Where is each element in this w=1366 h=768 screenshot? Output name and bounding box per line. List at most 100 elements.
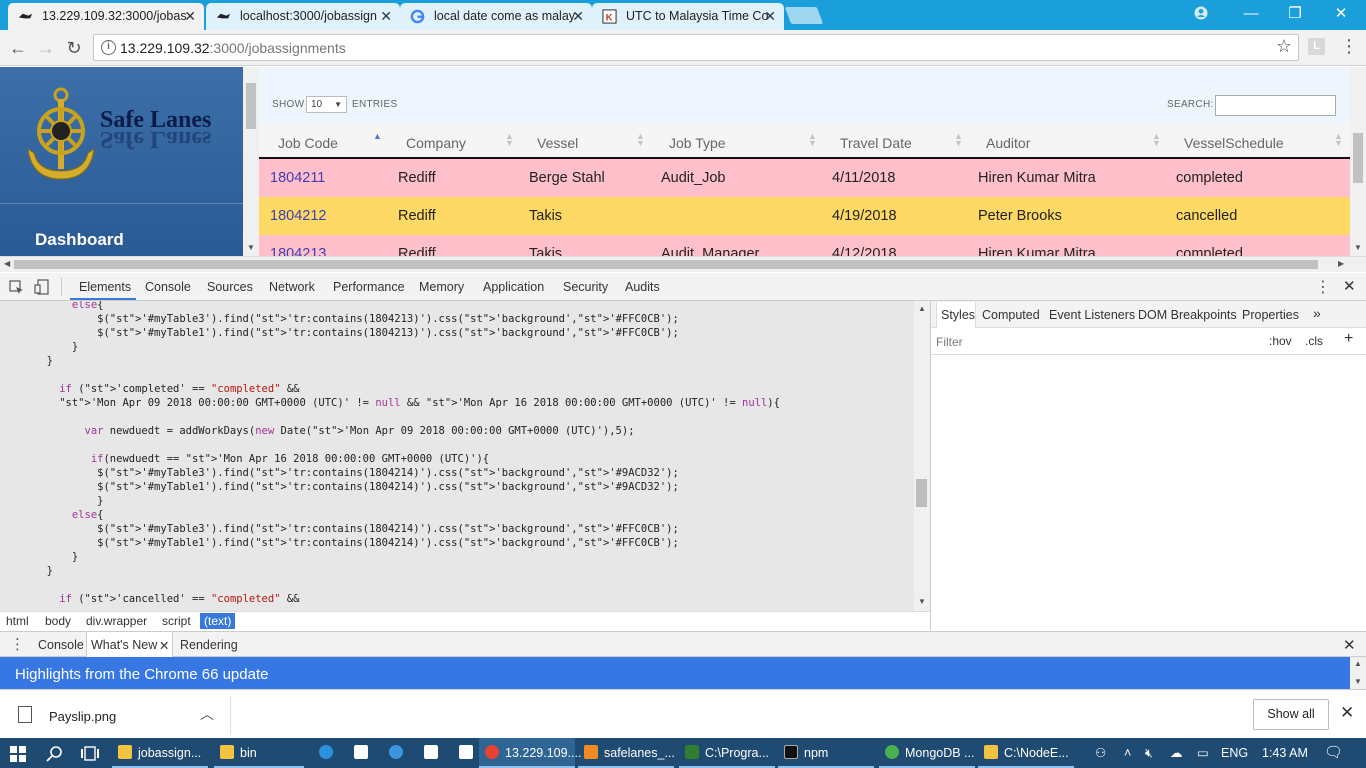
table-row[interactable]: 1804213 Rediff Takis Audit_Manager 4/12/… <box>259 235 1350 256</box>
taskbar-item-mongodb[interactable]: MongoDB ... <box>879 738 975 768</box>
drawer-menu-icon[interactable]: ⋮ <box>10 635 25 653</box>
minimize-icon[interactable]: — <box>1228 0 1274 28</box>
table-row[interactable]: 1804211 Rediff Berge Stahl Audit_Job 4/1… <box>259 159 1350 197</box>
tab-performance[interactable]: Performance <box>333 280 405 294</box>
entries-select[interactable]: 10 ▼ <box>306 96 347 113</box>
scroll-down-icon[interactable]: ▼ <box>918 597 926 606</box>
search-icon[interactable] <box>46 745 63 762</box>
column-header-job-code[interactable]: Job Code <box>278 135 338 151</box>
scrollbar-thumb[interactable] <box>1353 133 1363 183</box>
device-toolbar-icon[interactable] <box>34 279 50 295</box>
show-all-button[interactable]: Show all <box>1253 699 1329 730</box>
close-tab-icon[interactable]: ✕ <box>380 3 392 29</box>
close-window-icon[interactable]: ✕ <box>1318 0 1364 28</box>
drawer-tab-rendering[interactable]: Rendering <box>180 638 238 652</box>
breadcrumb-script[interactable]: script <box>162 614 191 628</box>
breadcrumb-text[interactable]: (text) <box>200 613 236 629</box>
taskbar-store[interactable] <box>345 738 379 768</box>
scroll-down-icon[interactable]: ▼ <box>247 243 255 252</box>
hover-state-toggle[interactable]: :hov <box>1269 334 1292 348</box>
profile-extension-icon[interactable]: L <box>1308 38 1325 55</box>
sort-icon[interactable]: ▲ ▼ <box>1334 132 1343 148</box>
code-scrollbar[interactable]: ▲ ▼ <box>914 301 930 611</box>
sort-icon[interactable]: ▲ ▼ <box>954 132 963 148</box>
language-indicator[interactable]: ENG <box>1221 738 1248 768</box>
reload-icon[interactable]: ↻ <box>62 36 86 60</box>
taskbar-ie[interactable] <box>310 738 344 768</box>
styles-filter-input[interactable]: Filter <box>936 335 963 349</box>
tab-network[interactable]: Network <box>269 280 315 294</box>
scrollbar-thumb[interactable] <box>14 260 1318 269</box>
search-input[interactable] <box>1215 95 1336 116</box>
taskbar-item-bin[interactable]: bin <box>214 738 304 768</box>
taskbar-edge[interactable] <box>380 738 414 768</box>
tab-properties[interactable]: Properties <box>1242 308 1299 322</box>
taskbar-item-npm[interactable]: npm <box>778 738 874 768</box>
browser-tab-4[interactable]: K UTC to Malaysia Time Co ✕ <box>592 3 784 30</box>
class-toggle[interactable]: .cls <box>1305 334 1323 348</box>
close-tab-icon[interactable]: ✕ <box>572 3 584 29</box>
task-view-icon[interactable] <box>80 746 100 761</box>
taskbar-item-explorer[interactable]: jobassign... <box>112 738 208 768</box>
breadcrumb-html[interactable]: html <box>6 614 29 628</box>
taskbar-item-node[interactable]: C:\NodeE... <box>978 738 1074 768</box>
close-tab-icon[interactable]: ✕ <box>184 3 196 29</box>
sort-asc-icon[interactable]: ▲ <box>373 132 382 141</box>
breadcrumb-body[interactable]: body <box>45 614 71 628</box>
new-style-rule-icon[interactable]: + <box>1344 330 1353 348</box>
column-header-auditor[interactable]: Auditor <box>986 135 1030 151</box>
tab-computed[interactable]: Computed <box>982 308 1040 322</box>
onedrive-icon[interactable]: ☁ <box>1170 738 1183 768</box>
source-code-view[interactable]: else{ $("st">'#myTable3').find("st">'tr:… <box>0 301 914 611</box>
close-devtools-icon[interactable]: ✕ <box>1343 277 1356 295</box>
drawer-tab-whats-new[interactable]: What's New <box>91 638 157 652</box>
job-code-link[interactable]: 1804213 <box>270 246 326 256</box>
bookmark-star-icon[interactable]: ☆ <box>1276 36 1292 57</box>
forward-icon[interactable]: → <box>34 36 58 60</box>
column-header-company[interactable]: Company <box>406 135 466 151</box>
scroll-left-icon[interactable]: ◀ <box>4 259 10 268</box>
sort-icon[interactable]: ▲ ▼ <box>1152 132 1161 148</box>
clock[interactable]: 1:43 AM <box>1262 738 1308 768</box>
new-tab-button[interactable] <box>784 7 824 24</box>
chrome-menu-icon[interactable]: ⋮ <box>1340 36 1358 57</box>
close-shelf-icon[interactable]: ✕ <box>1340 703 1354 723</box>
tab-audits[interactable]: Audits <box>625 280 660 294</box>
sidebar-item-dashboard[interactable]: Dashboard <box>35 230 124 250</box>
close-tab-icon[interactable]: ✕ <box>764 3 776 29</box>
tab-elements[interactable]: Elements <box>79 280 131 294</box>
sort-icon[interactable]: ▲ ▼ <box>636 132 645 148</box>
tray-chevron-up-icon[interactable]: ˄ <box>1124 738 1131 768</box>
taskbar-item-safelanes[interactable]: safelanes_... <box>578 738 675 768</box>
page-scrollbar[interactable]: ▼ <box>1350 67 1366 256</box>
scroll-down-icon[interactable]: ▼ <box>1354 243 1362 252</box>
scrollbar-thumb[interactable] <box>916 479 927 507</box>
job-code-link[interactable]: 1804212 <box>270 208 326 224</box>
job-code-link[interactable]: 1804211 <box>270 170 325 186</box>
tab-console[interactable]: Console <box>145 280 191 294</box>
tab-sources[interactable]: Sources <box>207 280 253 294</box>
banner-scrollbar[interactable]: ▲ ▼ <box>1350 657 1366 689</box>
action-center-icon[interactable]: 🗨︎ <box>1324 738 1343 768</box>
tab-styles[interactable]: Styles <box>941 308 975 322</box>
breadcrumb-div-wrapper[interactable]: div.wrapper <box>86 614 147 628</box>
profile-icon[interactable] <box>1178 0 1224 28</box>
more-tabs-icon[interactable]: » <box>1313 305 1321 321</box>
taskbar-home[interactable] <box>415 738 449 768</box>
network-icon[interactable]: ▭ <box>1197 738 1209 768</box>
scroll-down-icon[interactable]: ▼ <box>1354 677 1362 686</box>
scroll-up-icon[interactable]: ▲ <box>1354 659 1362 668</box>
drawer-tab-console[interactable]: Console <box>38 638 84 652</box>
back-icon[interactable]: ← <box>6 36 30 60</box>
people-icon[interactable]: ⚇ <box>1095 738 1106 768</box>
restore-icon[interactable]: ❐ <box>1272 0 1318 28</box>
tab-memory[interactable]: Memory <box>419 280 464 294</box>
scroll-up-icon[interactable]: ▲ <box>918 304 926 313</box>
close-drawer-tab-icon[interactable]: ✕ <box>159 638 169 653</box>
taskbar-item-program[interactable]: C:\Progra... <box>679 738 775 768</box>
devtools-menu-icon[interactable]: ⋮ <box>1315 277 1331 297</box>
column-header-travel-date[interactable]: Travel Date <box>840 135 912 151</box>
column-header-vessel-schedule[interactable]: VesselSchedule <box>1184 135 1284 151</box>
taskbar-item-chrome[interactable]: 13.229.109.... <box>479 738 581 768</box>
tab-application[interactable]: Application <box>483 280 544 294</box>
